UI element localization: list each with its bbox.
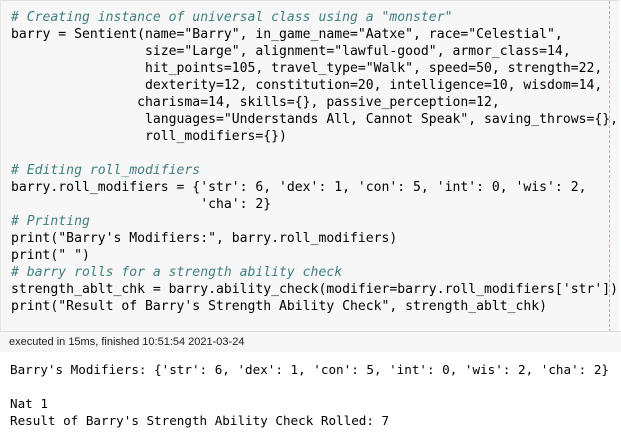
cell-execution-footer: executed in 15ms, finished 10:51:54 2021… — [0, 331, 621, 352]
code-line: print(" ") — [11, 248, 90, 263]
code-line: # Printing — [11, 214, 90, 229]
code-line: roll_modifiers={}) — [11, 129, 287, 144]
code-line: print("Result of Barry's Strength Abilit… — [11, 299, 548, 314]
code-line: dexterity=12, constitution=20, intellige… — [11, 78, 603, 93]
output-line: Barry's Modifiers: {'str': 6, 'dex': 1, … — [10, 362, 609, 377]
code-line: barry = Sentient(name="Barry", in_game_n… — [11, 27, 563, 42]
code-line: 'cha': 2} — [11, 197, 272, 212]
code-cell-editor[interactable]: # Creating instance of universal class u… — [0, 0, 619, 332]
execution-time-status: executed in 15ms, finished 10:51:54 2021… — [9, 336, 245, 348]
output-line: Result of Barry's Strength Ability Check… — [10, 413, 390, 428]
code-line: print("Barry's Modifiers:", barry.roll_m… — [11, 231, 398, 246]
code-line: hit_points=105, travel_type="Walk", spee… — [11, 61, 603, 76]
code-line: barry.roll_modifiers = {'str': 6, 'dex':… — [11, 180, 587, 195]
code-line: size="Large", alignment="lawful-good", a… — [11, 44, 571, 59]
code-line: # Editing roll_modifiers — [11, 163, 201, 178]
notebook-view: # Creating instance of universal class u… — [0, 0, 621, 437]
code-line: strength_ablt_chk = barry.ability_check(… — [11, 282, 618, 297]
code-line: charisma=14, skills={}, passive_percepti… — [11, 95, 500, 110]
code-line: # barry rolls for a strength ability che… — [11, 265, 343, 280]
code-line: # Creating instance of universal class u… — [11, 10, 453, 25]
output-line: Nat 1 — [10, 396, 48, 411]
code-line: languages="Understands All, Cannot Speak… — [11, 112, 618, 127]
